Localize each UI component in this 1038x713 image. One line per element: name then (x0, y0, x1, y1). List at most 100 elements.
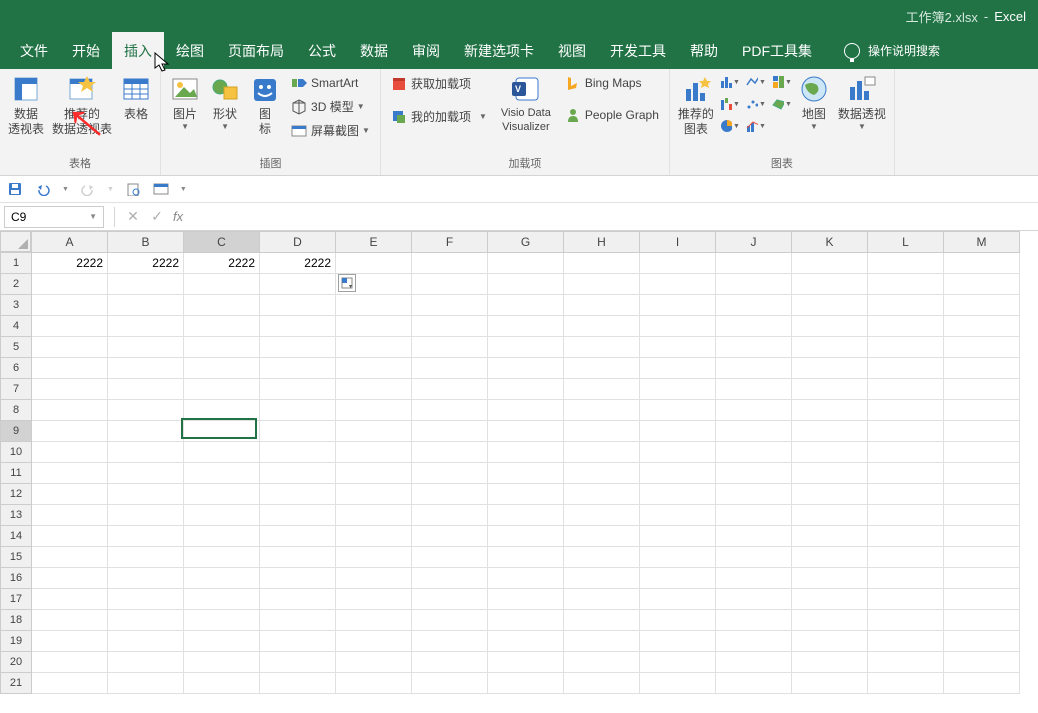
cell[interactable] (32, 526, 108, 547)
cell[interactable] (564, 316, 640, 337)
cell[interactable] (716, 337, 792, 358)
cell[interactable] (716, 505, 792, 526)
cell[interactable] (640, 274, 716, 295)
cell[interactable] (564, 631, 640, 652)
cell[interactable] (260, 274, 336, 295)
cell[interactable] (716, 274, 792, 295)
cell[interactable] (412, 673, 488, 694)
tab-help[interactable]: 帮助 (678, 32, 730, 69)
cell[interactable] (868, 379, 944, 400)
cell[interactable] (336, 442, 412, 463)
cell[interactable] (716, 610, 792, 631)
row-header[interactable]: 17 (1, 589, 32, 610)
cell[interactable] (184, 547, 260, 568)
cell[interactable] (260, 526, 336, 547)
cell[interactable] (564, 358, 640, 379)
cell[interactable] (564, 568, 640, 589)
cell[interactable] (488, 568, 564, 589)
recommended-pivottable-button[interactable]: 推荐的 数据透视表 (48, 71, 116, 139)
row-header[interactable]: 8 (1, 400, 32, 421)
cell[interactable] (868, 631, 944, 652)
cell[interactable] (564, 379, 640, 400)
cell[interactable] (488, 358, 564, 379)
undo-caret[interactable]: ▼ (62, 186, 69, 193)
cell[interactable] (32, 484, 108, 505)
cell[interactable] (32, 673, 108, 694)
cell[interactable] (32, 463, 108, 484)
cell[interactable] (32, 316, 108, 337)
cell[interactable] (640, 652, 716, 673)
cell[interactable] (488, 610, 564, 631)
cell[interactable] (716, 484, 792, 505)
cell[interactable] (792, 673, 868, 694)
cell[interactable] (792, 505, 868, 526)
name-box[interactable]: C9 ▼ (4, 206, 104, 228)
cell[interactable] (640, 484, 716, 505)
cell[interactable] (792, 295, 868, 316)
cell[interactable] (488, 295, 564, 316)
cell[interactable] (868, 589, 944, 610)
cell[interactable] (716, 631, 792, 652)
my-addins-button[interactable]: 我的加载项 ▼ (387, 106, 491, 127)
cell[interactable] (944, 610, 1020, 631)
cell[interactable] (184, 463, 260, 484)
cell[interactable] (108, 673, 184, 694)
cell[interactable] (488, 379, 564, 400)
cell[interactable] (488, 400, 564, 421)
cell[interactable] (640, 337, 716, 358)
cell[interactable] (944, 295, 1020, 316)
cell[interactable] (792, 274, 868, 295)
cell[interactable] (412, 253, 488, 274)
cell[interactable] (716, 463, 792, 484)
cell[interactable] (260, 568, 336, 589)
column-header[interactable]: E (336, 232, 412, 253)
cell[interactable] (260, 463, 336, 484)
print-preview-button[interactable] (124, 180, 142, 198)
cell[interactable] (716, 568, 792, 589)
row-header[interactable]: 19 (1, 631, 32, 652)
row-header[interactable]: 18 (1, 610, 32, 631)
cell[interactable] (108, 526, 184, 547)
cell[interactable] (32, 442, 108, 463)
cell[interactable] (792, 631, 868, 652)
cell[interactable] (640, 526, 716, 547)
cell[interactable] (564, 505, 640, 526)
cell[interactable] (184, 505, 260, 526)
cell[interactable] (260, 421, 336, 442)
cell[interactable] (792, 337, 868, 358)
cell[interactable] (564, 337, 640, 358)
cell[interactable] (564, 589, 640, 610)
cell[interactable] (944, 631, 1020, 652)
cell[interactable] (32, 421, 108, 442)
cell[interactable] (108, 274, 184, 295)
cell[interactable] (488, 253, 564, 274)
column-header[interactable]: K (792, 232, 868, 253)
tab-pagelayout[interactable]: 页面布局 (216, 32, 296, 69)
cell[interactable] (108, 463, 184, 484)
cell[interactable] (944, 652, 1020, 673)
cell[interactable] (32, 652, 108, 673)
column-header[interactable]: J (716, 232, 792, 253)
cell[interactable] (868, 652, 944, 673)
cell[interactable] (336, 589, 412, 610)
cell[interactable] (716, 421, 792, 442)
cell[interactable] (944, 589, 1020, 610)
cell[interactable] (640, 295, 716, 316)
redo-button[interactable] (79, 180, 97, 198)
cell[interactable] (412, 526, 488, 547)
cell[interactable]: 2222 (260, 253, 336, 274)
cell[interactable] (412, 568, 488, 589)
column-header[interactable]: B (108, 232, 184, 253)
cell[interactable] (488, 547, 564, 568)
cell[interactable] (184, 610, 260, 631)
cell[interactable] (868, 295, 944, 316)
cell[interactable] (184, 673, 260, 694)
undo-button[interactable] (34, 180, 52, 198)
cell[interactable] (792, 316, 868, 337)
cell[interactable] (564, 610, 640, 631)
row-header[interactable]: 2 (1, 274, 32, 295)
tab-draw[interactable]: 绘图 (164, 32, 216, 69)
row-header[interactable]: 4 (1, 316, 32, 337)
bingmaps-button[interactable]: Bing Maps (561, 73, 663, 93)
cell[interactable] (868, 463, 944, 484)
